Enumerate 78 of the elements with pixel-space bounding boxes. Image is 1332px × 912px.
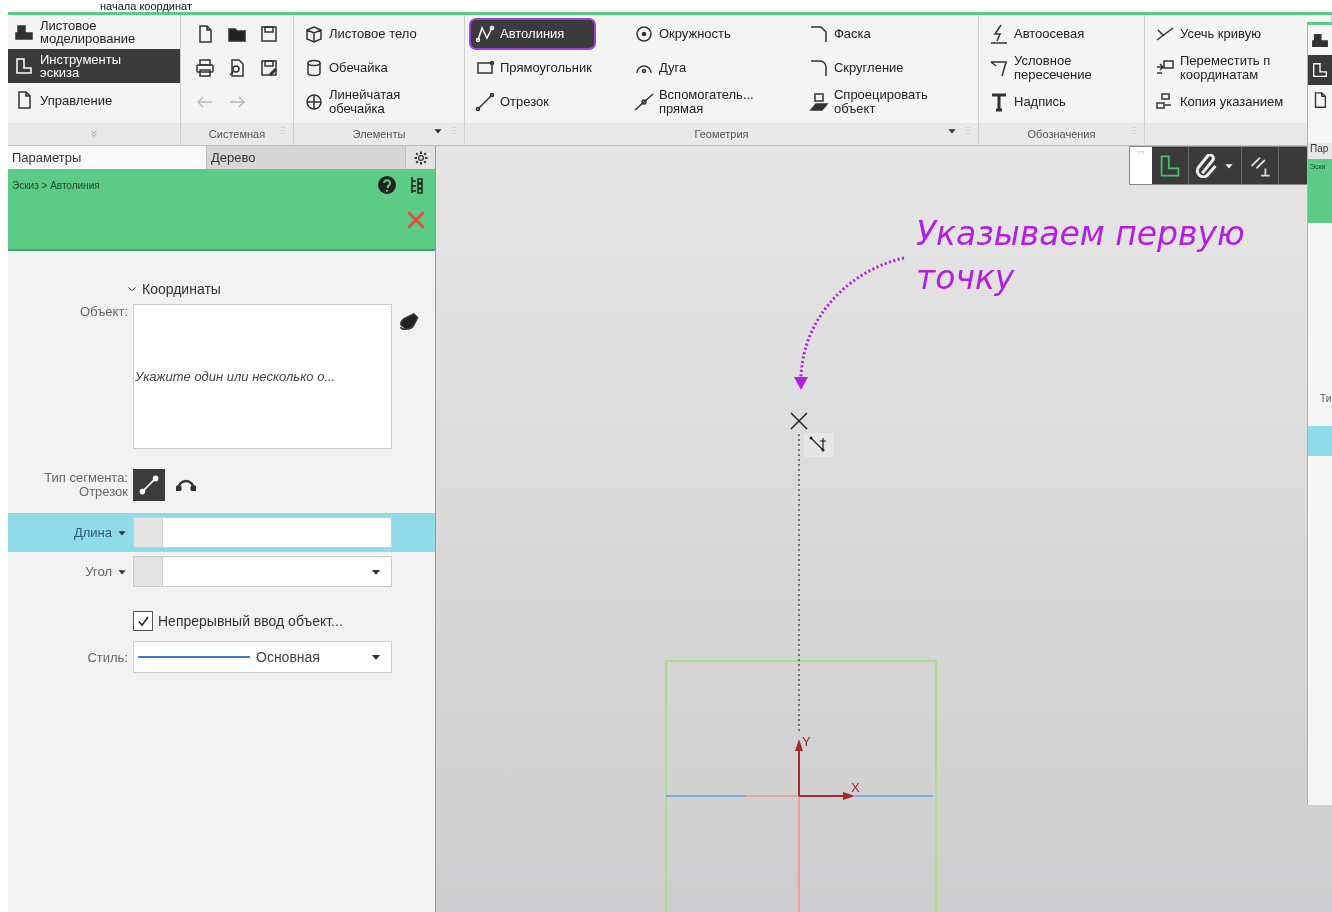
section-header[interactable]: Координаты — [8, 279, 435, 299]
line-sample-icon — [138, 656, 250, 658]
sketch-icon — [14, 56, 34, 76]
line-segment-icon — [475, 92, 495, 112]
cube-icon — [304, 24, 324, 44]
value-field[interactable] — [133, 556, 392, 587]
tool-button[interactable]: Скругление — [802, 52, 910, 84]
checkbox[interactable] — [133, 611, 153, 631]
group-title: Элементы — [352, 128, 406, 140]
construction-line-icon — [633, 92, 654, 112]
document-magnifier-icon — [227, 58, 247, 78]
tool-button[interactable]: Листовое тело — [298, 18, 423, 50]
value-field[interactable] — [133, 517, 392, 548]
tool-button[interactable]: Дуга — [627, 52, 693, 84]
breadcrumb: Эскиз > Автолиния — [12, 179, 101, 191]
close-icon — [405, 209, 427, 231]
tool-button[interactable]: Прямоугольник — [469, 52, 598, 84]
trim-icon — [1155, 24, 1175, 44]
sketch-icon — [1158, 153, 1182, 178]
parameter-label: Длина — [73, 525, 112, 540]
parameter-row — [1308, 426, 1332, 456]
object-field[interactable]: Укажите один или несколько о... — [133, 304, 392, 449]
group-title: Геометрия — [694, 128, 749, 140]
sketch-icon — [1311, 61, 1329, 79]
line-segment-icon — [138, 474, 160, 496]
arc-icon — [176, 479, 196, 491]
printer-icon — [195, 58, 215, 78]
circle-icon — [633, 24, 654, 44]
corner-icon — [989, 58, 1009, 78]
axis-label: Y — [802, 734, 811, 749]
tool-button[interactable]: Надпись — [983, 86, 1072, 118]
tool-button[interactable]: Фаска — [802, 18, 877, 50]
panel-tab[interactable]: Параметры — [8, 146, 207, 169]
tool-button[interactable]: Условное пересечение — [983, 52, 1128, 84]
mode-button[interactable]: Листовое моделирование — [8, 15, 180, 49]
field-label: Стиль: — [86, 649, 128, 665]
tool-button[interactable]: Вспомогатель... прямая — [627, 86, 773, 118]
globe-icon — [304, 92, 324, 112]
style-dropdown[interactable]: Основная — [133, 641, 392, 673]
parameter-label: Угол — [85, 564, 112, 579]
group-title: Обозначения — [1027, 128, 1096, 140]
cursor-hint-icon — [804, 433, 834, 457]
mode-button[interactable]: Инструменты эскиза — [8, 49, 180, 83]
projection-icon — [808, 92, 829, 112]
mode-button[interactable]: Управление — [8, 83, 180, 117]
segment-type-button[interactable] — [133, 469, 165, 501]
paperclip-icon — [1195, 153, 1219, 178]
field-label: Тип сегмента: — [44, 471, 128, 485]
tool-button[interactable]: Отрезок — [469, 86, 555, 118]
cross-cursor-icon — [790, 412, 808, 430]
fillet-icon — [808, 58, 829, 78]
cylinder-icon — [304, 58, 324, 78]
settings-icon — [412, 149, 429, 166]
tool-button[interactable]: Линейчатая обечайка — [298, 86, 443, 118]
text-tool-icon — [989, 92, 1009, 112]
help-icon — [377, 175, 397, 195]
double-chevron-icon — [88, 128, 100, 140]
checkbox-label: Непрерывный ввод объект... — [158, 613, 343, 629]
tool-button[interactable]: Автоосевая — [983, 18, 1091, 50]
lightning-icon — [989, 24, 1009, 44]
tool-button[interactable]: Усечь кривую — [1149, 18, 1267, 50]
tool-button[interactable]: Копия указанием — [1149, 86, 1290, 118]
field-value: Отрезок — [79, 485, 128, 499]
field-label: Ти — [1319, 393, 1332, 404]
chamfer-icon — [808, 24, 829, 44]
tool-button[interactable]: Окружность — [627, 18, 737, 50]
tool-button[interactable]: Переместить п координатам — [1149, 52, 1294, 84]
tool-button[interactable]: Обечайка — [298, 52, 394, 84]
polyline-icon — [475, 24, 495, 44]
settings-button[interactable] — [406, 146, 435, 169]
tool-button[interactable]: Спроецировать объект — [802, 86, 948, 118]
tool-button[interactable]: Автолиния — [469, 18, 597, 50]
panel-tab[interactable]: Пар — [1308, 143, 1332, 159]
annotation-text: Указываем первую точку — [916, 213, 1246, 299]
axis-label: X — [851, 780, 860, 795]
group-title: Системная — [208, 128, 266, 140]
field-label: Объект: — [79, 304, 128, 319]
caption-text: начала координат — [99, 0, 193, 12]
